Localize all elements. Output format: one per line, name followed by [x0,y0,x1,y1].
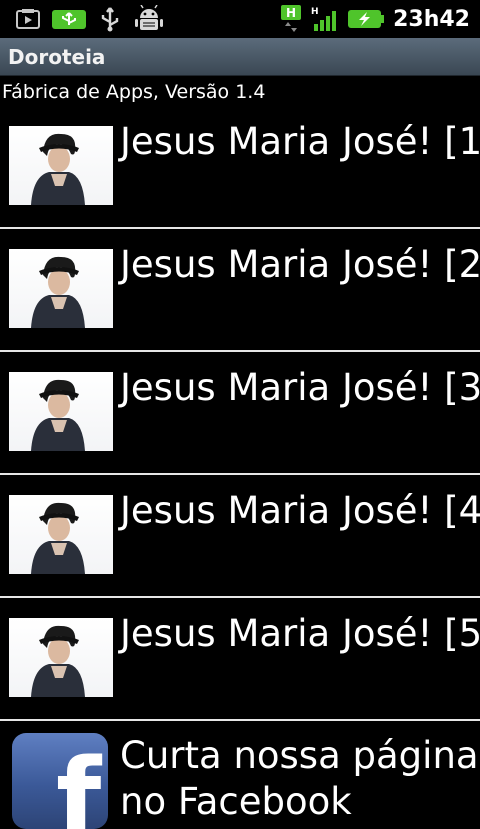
doroteia-thumbnail [9,249,113,328]
app-title: Doroteia [8,44,106,69]
list-item-label: Jesus Maria José! [2] [120,243,480,286]
list-item[interactable]: Jesus Maria José! [4] [0,475,480,598]
app-subtitle: Fábrica de Apps, Versão 1.4 [2,81,266,103]
clock: 23h42 [393,6,470,32]
signal-icon: H [311,5,339,33]
facebook-like-item[interactable]: f Curta nossa página no Facebook [0,721,480,829]
list-item[interactable]: Jesus Maria José! [5] [0,598,480,721]
doroteia-thumbnail [9,618,113,697]
list-item[interactable]: Jesus Maria José! [2] [0,229,480,352]
list-item[interactable]: Jesus Maria José! [3] [0,352,480,475]
network-letter: H [286,6,296,20]
list-item-label: Jesus Maria José! [5] [120,612,480,655]
list-item-label: Jesus Maria José! [4] [120,489,480,532]
list-item[interactable]: Jesus Maria José! [1] [0,106,480,229]
svg-text:H: H [311,7,319,17]
doroteia-thumbnail [9,126,113,205]
battery-charging-icon [347,7,385,31]
list-item-label: Jesus Maria José! [3] [120,366,480,409]
android-icon [134,5,164,33]
doroteia-thumbnail [9,495,113,574]
data-transfer-icon: H [279,4,303,34]
usb-debug-icon [52,7,86,31]
media-play-icon [16,8,40,30]
doroteia-thumbnail [9,372,113,451]
facebook-icon: f [12,733,108,829]
list-item-label: Jesus Maria José! [1] [120,120,480,163]
app-title-bar: Doroteia [0,38,480,76]
facebook-item-label: Curta nossa página no Facebook [120,734,479,823]
status-bar: H H 23h42 [0,0,480,38]
facebook-logo-letter: f [56,736,103,829]
usb-icon [98,6,122,32]
audio-list: Jesus Maria José! [1] Jesus Maria José! … [0,106,480,829]
